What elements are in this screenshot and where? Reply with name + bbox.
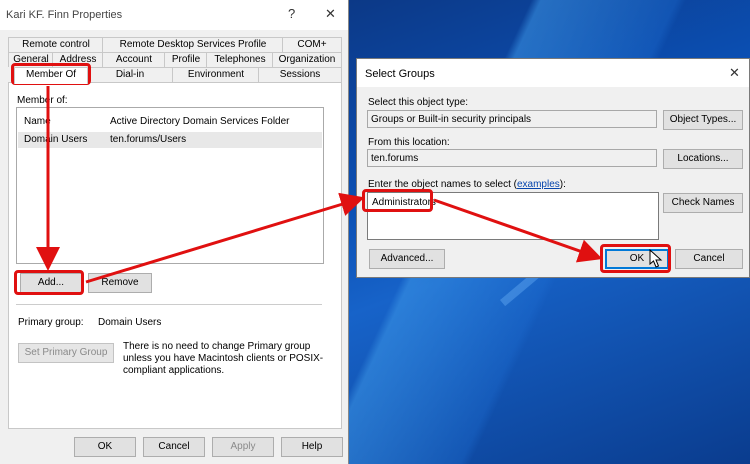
tab-telephones[interactable]: Telephones [206,52,274,67]
cancel-button[interactable]: Cancel [143,437,205,457]
highlight-add-button [14,270,84,295]
object-types-button[interactable]: Object Types... [663,110,743,130]
tab-remote-control[interactable]: Remote control [8,37,104,52]
primary-group-value: Domain Users [98,317,162,328]
tab-environment[interactable]: Environment [172,67,260,82]
tab-com-plus[interactable]: COM+ [282,37,342,52]
highlight-ok-button [600,244,671,273]
tab-organization[interactable]: Organization [272,52,342,67]
location-field: ten.forums [367,149,657,167]
ok-button[interactable]: OK [74,437,136,457]
dialog-title-bar: Select Groups ✕ [357,59,749,87]
tab-account[interactable]: Account [102,52,166,67]
table-row[interactable]: Domain Users ten.forums/Users [18,132,322,148]
column-header-folder[interactable]: Active Directory Domain Services Folder [110,116,290,127]
tab-sessions[interactable]: Sessions [258,67,342,82]
row-name: Domain Users [24,134,88,145]
set-primary-group-button[interactable]: Set Primary Group [18,343,114,363]
help-icon[interactable]: ? [288,6,295,21]
dialog-title: Select Groups [365,68,435,80]
column-header-name[interactable]: Name [24,116,51,127]
tab-profile[interactable]: Profile [164,52,208,67]
tab-remote-desktop-services-profile[interactable]: Remote Desktop Services Profile [102,37,284,52]
highlight-administrators [362,189,433,212]
dialog-cancel-button[interactable]: Cancel [675,249,743,269]
divider [16,304,322,305]
window-title: Kari KF. Finn Properties [6,9,123,21]
properties-window: Kari KF. Finn Properties ? ✕ Remote cont… [0,0,349,464]
apply-button[interactable]: Apply [212,437,274,457]
check-names-button[interactable]: Check Names [663,193,743,213]
remove-button[interactable]: Remove [88,273,152,293]
locations-button[interactable]: Locations... [663,149,743,169]
primary-group-label: Primary group: [18,317,84,328]
title-bar: Kari KF. Finn Properties ? ✕ [0,0,348,30]
member-of-list[interactable]: Name Active Directory Domain Services Fo… [16,107,324,264]
object-type-label: Select this object type: [368,97,469,108]
member-of-label: Member of: [17,95,68,106]
help-button[interactable]: Help [281,437,343,457]
select-groups-dialog: Select Groups ✕ Select this object type:… [356,58,750,278]
tab-dial-in[interactable]: Dial-in [86,67,174,82]
advanced-button[interactable]: Advanced... [369,249,445,269]
object-type-field: Groups or Built-in security principals [367,110,657,128]
examples-link[interactable]: examples [517,179,560,190]
dialog-close-icon[interactable]: ✕ [729,65,740,81]
row-folder: ten.forums/Users [110,134,187,145]
info-text: There is no need to change Primary group… [123,341,324,376]
close-icon[interactable]: ✕ [325,6,336,22]
tab-member-of[interactable]: Member Of [14,67,88,84]
location-label: From this location: [368,137,450,148]
